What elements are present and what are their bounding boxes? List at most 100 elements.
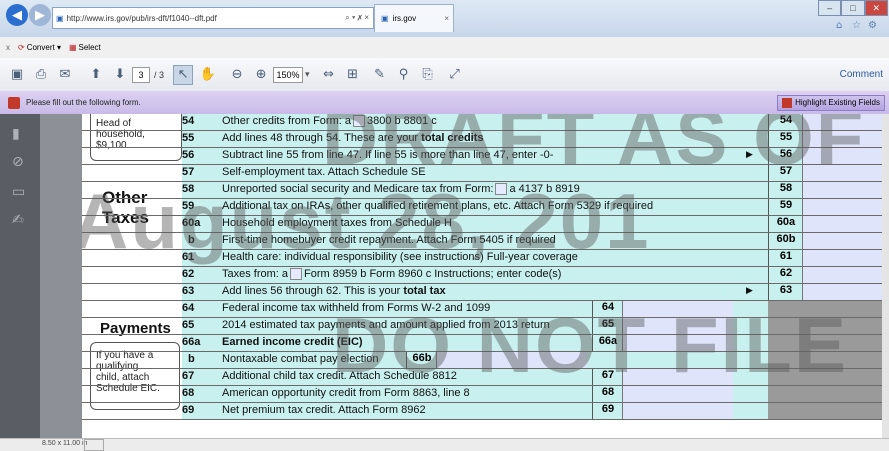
line-box-label: 60a: [768, 216, 803, 232]
attachments-icon[interactable]: ⊘: [12, 154, 24, 170]
document-gutter: [40, 114, 82, 438]
pdf-toolbar: ▣ ⎙ ✉ ⬆ ⬇ 3 / 3 ↖ ✋ ⊖ ⊕ 150% ▾ ⇔ ⊞ ✎ ⚲ ⎘…: [0, 58, 889, 92]
form-line-number: 63: [182, 285, 195, 297]
window-controls: – □ ✕: [818, 0, 888, 16]
form-line-number: 66a: [182, 336, 201, 348]
amount-field[interactable]: [802, 233, 882, 249]
line-box-label: 62: [768, 267, 803, 283]
comment-button[interactable]: Comment: [840, 69, 883, 80]
form-line-number: 55: [182, 132, 195, 144]
line-box-label: 61: [768, 250, 803, 266]
browser-title-bar: ◀ ▶ ▣ http://www.irs.gov/pub/irs-dft/f10…: [0, 0, 889, 37]
checkbox[interactable]: [290, 268, 303, 281]
address-actions[interactable]: ⌕ ▾ ✗ ×: [341, 13, 373, 23]
amount-field[interactable]: [802, 216, 882, 232]
close-window-button[interactable]: ✕: [864, 0, 888, 16]
watermark-draft: DRAFT AS OF: [322, 114, 866, 181]
zoom-dropdown-icon[interactable]: ▾: [305, 69, 310, 80]
attach-icon[interactable]: ⚲: [395, 66, 413, 84]
address-url: http://www.irs.gov/pub/irs-dft/f1040--df…: [66, 13, 217, 23]
amount-field[interactable]: [802, 182, 882, 198]
form-line-number: 64: [182, 302, 195, 314]
command-bar: x ⟳ Convert ▾ ▦ Select: [0, 37, 889, 59]
zoom-out-icon[interactable]: ⊖: [228, 66, 246, 84]
status-bar: 8.50 x 11.00 in: [0, 438, 889, 451]
address-bar[interactable]: ▣ http://www.irs.gov/pub/irs-dft/f1040--…: [52, 7, 374, 29]
form-line-text: Add lines 56 through 62. This is your to…: [222, 285, 446, 297]
amount-field[interactable]: [802, 250, 882, 266]
settings-gear-icon[interactable]: ⚙: [868, 20, 877, 31]
convert-icon: ⟳: [18, 43, 25, 52]
shaded-column: [768, 403, 882, 419]
page-total: / 3: [154, 69, 165, 80]
convert-button[interactable]: Convert ▾: [27, 43, 61, 52]
form-line-number: 54: [182, 115, 195, 127]
form-line-number: b: [188, 353, 195, 365]
vertical-scrollbar[interactable]: [882, 114, 889, 438]
form-line-text: Net premium tax credit. Attach Form 8962: [222, 404, 426, 416]
tab-close-button[interactable]: ×: [444, 14, 449, 23]
pdf-document-view[interactable]: Head of household, $9,100 Other Taxes Pa…: [82, 114, 882, 438]
select-tool-icon[interactable]: ↖: [173, 64, 194, 85]
highlight-fields-icon: [782, 97, 793, 108]
hand-tool-icon[interactable]: ✋: [199, 66, 217, 84]
form-line-number: 68: [182, 387, 195, 399]
export-icon[interactable]: ⎘: [419, 66, 437, 84]
form-line-number: 62: [182, 268, 195, 280]
amount-field[interactable]: [802, 267, 882, 283]
form-line-number: 69: [182, 404, 195, 416]
fullscreen-icon[interactable]: ⤢: [446, 66, 464, 84]
minimize-button[interactable]: –: [818, 0, 842, 16]
amount-field[interactable]: [802, 199, 882, 215]
form-line-row: 63 Add lines 56 through 62. This is your …: [82, 284, 882, 301]
arrow-icon: ▶: [746, 285, 753, 295]
form-icon: [8, 96, 20, 109]
page-size-label: 8.50 x 11.00 in: [42, 440, 88, 447]
line-box-label: 60b: [768, 233, 803, 249]
print-icon[interactable]: ⎙: [32, 66, 50, 84]
select-button[interactable]: Select: [79, 43, 101, 52]
pages-panel-icon[interactable]: ▮: [12, 126, 20, 142]
email-icon[interactable]: ✉: [56, 66, 74, 84]
page-number-input[interactable]: 3: [132, 66, 150, 83]
watermark-date: August 28, 201: [82, 177, 651, 265]
line-box-label: 59: [768, 199, 803, 215]
amount-field[interactable]: [802, 284, 882, 300]
watermark-do-not-file: DO NOT FILE: [332, 301, 848, 389]
back-icon[interactable]: ◀: [6, 4, 28, 26]
select-icon: ▦: [68, 43, 77, 52]
browser-tab[interactable]: ▣ irs.gov ×: [374, 4, 454, 32]
form-line-number: 65: [182, 319, 195, 331]
fit-page-icon[interactable]: ⊞: [344, 66, 362, 84]
favorites-icon[interactable]: ☆: [852, 20, 861, 31]
tab-favicon-icon: ▣: [381, 14, 389, 23]
highlight-fields-button[interactable]: Highlight Existing Fields: [777, 94, 885, 111]
page-icon: ▣: [56, 13, 64, 23]
form-line-row: 62 Taxes from: a Form 8959 b Form 8960 c I…: [82, 267, 882, 284]
sign-icon[interactable]: ✎: [371, 66, 389, 84]
signatures-icon[interactable]: ✍: [12, 212, 24, 228]
form-line-row: 69 Net premium tax credit. Attach Form 89…: [82, 403, 882, 420]
next-page-icon[interactable]: ⬇: [111, 66, 129, 84]
fit-width-icon[interactable]: ⇔: [320, 66, 338, 84]
bookmarks-icon[interactable]: ▭: [12, 184, 25, 200]
form-message: Please fill out the following form.: [26, 98, 141, 107]
form-line-number: 67: [182, 370, 195, 382]
save-icon[interactable]: ▣: [8, 66, 26, 84]
navigation-panel: ▮ ⊘ ▭ ✍: [0, 114, 40, 438]
maximize-button[interactable]: □: [841, 0, 865, 16]
home-icon[interactable]: ⌂: [836, 20, 842, 31]
zoom-in-icon[interactable]: ⊕: [252, 66, 270, 84]
previous-page-icon[interactable]: ⬆: [87, 66, 105, 84]
horizontal-scroll-left[interactable]: [84, 439, 104, 451]
commandbar-close-button[interactable]: x: [6, 43, 10, 52]
line-box-label: 58: [768, 182, 803, 198]
highlight-fields-label: Highlight Existing Fields: [795, 98, 880, 107]
amount-field[interactable]: [622, 403, 733, 419]
form-line-number: 56: [182, 149, 195, 161]
zoom-input[interactable]: 150%: [273, 66, 304, 83]
form-notification-bar: Please fill out the following form. High…: [0, 91, 889, 115]
form-line-text: Taxes from: a Form 8959 b Form 8960 c Ins…: [222, 268, 562, 281]
line-box-label: 69: [592, 403, 623, 419]
forward-icon[interactable]: ▶: [29, 4, 51, 26]
